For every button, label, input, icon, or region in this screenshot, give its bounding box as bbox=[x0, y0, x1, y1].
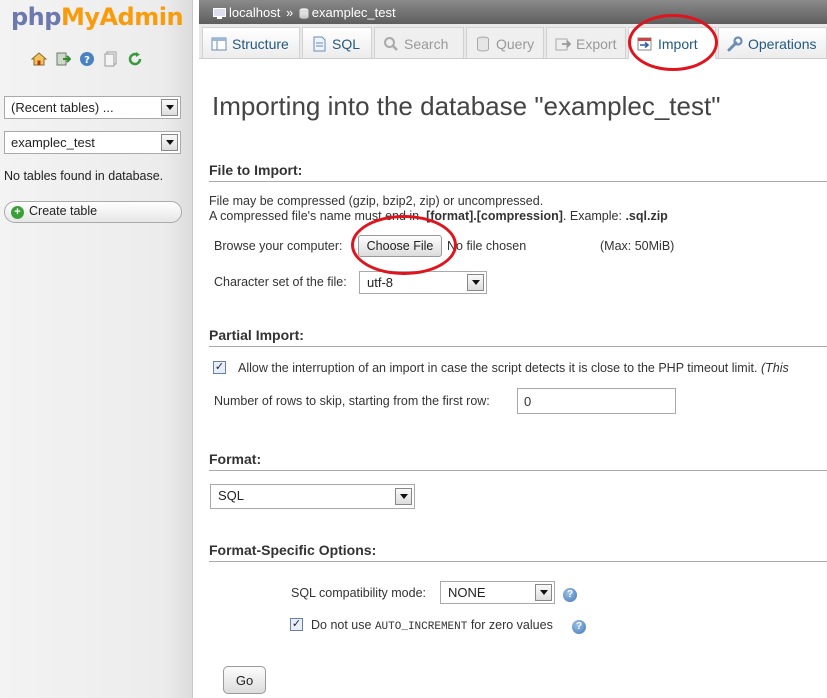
skip-rows-input[interactable] bbox=[517, 388, 676, 414]
allow-interrupt-continuation: (This bbox=[760, 361, 789, 375]
no-file-chosen-text: No file chosen bbox=[447, 239, 527, 253]
tab-query: Query bbox=[466, 27, 544, 58]
breadcrumb: localhost » examplec_test bbox=[199, 0, 827, 24]
file-to-import-heading: File to Import: bbox=[209, 162, 827, 182]
server-icon bbox=[213, 7, 226, 20]
compat-mode-select[interactable]: NONE bbox=[440, 581, 555, 604]
search-icon bbox=[383, 36, 399, 52]
go-button[interactable]: Go bbox=[223, 666, 266, 694]
tab-export: Export bbox=[546, 27, 626, 58]
no-auto-increment-label: Do not use AUTO_INCREMENT for zero value… bbox=[311, 618, 553, 633]
partial-import-heading: Partial Import: bbox=[209, 327, 827, 347]
help-icon[interactable]: ? bbox=[572, 620, 586, 634]
breadcrumb-separator: » bbox=[285, 5, 294, 21]
allow-interrupt-label: Allow the interruption of an import in c… bbox=[238, 361, 789, 375]
filename-note: A compressed file's name must end in .[f… bbox=[209, 209, 668, 223]
charset-select-value: utf-8 bbox=[367, 275, 394, 290]
format-select-value: SQL bbox=[218, 488, 245, 503]
compress-note: File may be compressed (gzip, bzip2, zip… bbox=[209, 194, 544, 208]
no-auto-increment-checkbox[interactable]: ✓ bbox=[290, 618, 303, 631]
tab-export-label: Export bbox=[576, 36, 617, 52]
filename-note-mid: . Example: bbox=[562, 209, 626, 223]
skip-rows-label: Number of rows to skip, starting from th… bbox=[214, 394, 490, 408]
svg-text:?: ? bbox=[84, 55, 90, 66]
structure-icon bbox=[211, 36, 227, 52]
format-options-heading: Format-Specific Options: bbox=[209, 542, 827, 562]
annotation-circle-choose-file bbox=[351, 215, 457, 275]
filename-note-example: .sql.zip bbox=[625, 209, 668, 223]
home-icon[interactable] bbox=[30, 50, 47, 67]
compat-mode-value: NONE bbox=[448, 585, 486, 600]
exit-icon[interactable] bbox=[54, 50, 71, 67]
tab-query-label: Query bbox=[496, 36, 535, 52]
sidebar-icon-bar: ? bbox=[30, 50, 143, 67]
charset-select[interactable]: utf-8 bbox=[359, 271, 487, 294]
sql-icon bbox=[311, 36, 327, 52]
no-tables-message: No tables found in database. bbox=[4, 169, 164, 183]
charset-label: Character set of the file: bbox=[214, 275, 347, 289]
export-icon bbox=[555, 36, 571, 52]
reload-icon[interactable] bbox=[126, 50, 143, 67]
tab-structure-label: Structure bbox=[232, 36, 289, 52]
chevron-down-icon bbox=[161, 99, 178, 116]
create-table-label: Create table bbox=[29, 204, 98, 218]
breadcrumb-server[interactable]: localhost bbox=[229, 5, 280, 20]
import-page: Importing into the database "examplec_te… bbox=[199, 60, 827, 698]
chevron-down-icon bbox=[535, 584, 552, 601]
tab-structure[interactable]: Structure bbox=[202, 27, 300, 58]
allow-interrupt-text: Allow the interruption of an import in c… bbox=[238, 361, 758, 375]
breadcrumb-database[interactable]: examplec_test bbox=[312, 5, 396, 20]
recent-tables-select[interactable]: (Recent tables) ... bbox=[4, 96, 181, 119]
tab-operations[interactable]: Operations bbox=[718, 27, 827, 58]
auto-inc-prefix: Do not use bbox=[311, 618, 375, 632]
page-title: Importing into the database "examplec_te… bbox=[212, 91, 721, 121]
tab-sql-label: SQL bbox=[332, 36, 361, 52]
logo-php-text: php bbox=[11, 3, 61, 31]
create-table-button[interactable]: + Create table bbox=[4, 201, 182, 223]
compat-mode-label: SQL compatibility mode: bbox=[291, 586, 427, 600]
chevron-down-icon bbox=[161, 134, 178, 151]
chevron-down-icon bbox=[395, 488, 412, 505]
format-select[interactable]: SQL bbox=[210, 484, 415, 509]
recent-tables-value: (Recent tables) ... bbox=[11, 100, 114, 115]
add-icon: + bbox=[11, 206, 24, 219]
query-icon bbox=[475, 36, 491, 52]
docs-icon[interactable] bbox=[102, 50, 119, 67]
database-select[interactable]: examplec_test bbox=[4, 131, 181, 154]
auto-inc-suffix: for zero values bbox=[467, 618, 553, 632]
help-icon[interactable]: ? bbox=[563, 588, 577, 602]
phpmyadmin-logo[interactable]: phpMyAdmin bbox=[11, 3, 184, 31]
filename-note-pattern: .[format].[compression] bbox=[422, 209, 563, 223]
logo-myadmin-text: MyAdmin bbox=[60, 3, 184, 31]
tab-search-label: Search bbox=[404, 36, 449, 52]
chevron-down-icon bbox=[467, 274, 484, 291]
tab-search: Search bbox=[374, 27, 464, 58]
tab-sql[interactable]: SQL bbox=[302, 27, 372, 58]
tab-bar: Structure SQL Search Query Export Import… bbox=[199, 24, 827, 59]
max-size-text: (Max: 50MiB) bbox=[600, 239, 675, 253]
auto-inc-code: AUTO_INCREMENT bbox=[374, 621, 468, 633]
allow-interrupt-checkbox[interactable]: ✓ bbox=[213, 361, 226, 374]
help-icon[interactable]: ? bbox=[78, 50, 95, 67]
navigation-sidebar: phpMyAdmin ? (Recent tables) ... example… bbox=[0, 0, 193, 698]
database-icon bbox=[299, 7, 309, 19]
tab-operations-label: Operations bbox=[748, 36, 817, 52]
wrench-icon bbox=[727, 36, 743, 52]
database-select-value: examplec_test bbox=[11, 135, 95, 150]
browse-label: Browse your computer: bbox=[214, 239, 343, 253]
format-heading: Format: bbox=[209, 451, 827, 471]
